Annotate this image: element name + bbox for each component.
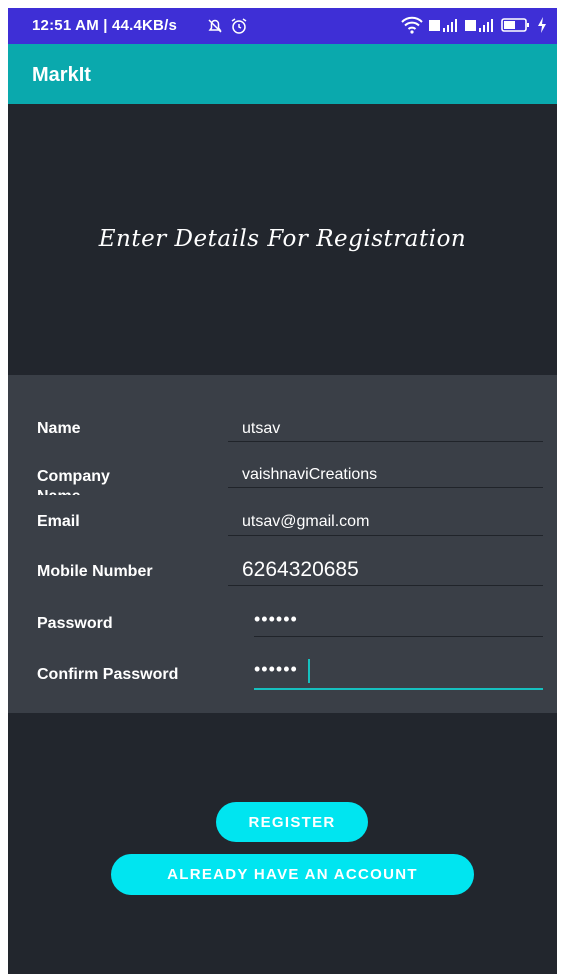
email-label: Email xyxy=(37,513,80,530)
status-bar: 12:51 AM | 44.4KB/s xyxy=(8,8,557,44)
name-label: Name xyxy=(37,420,81,437)
email-input[interactable]: utsav@gmail.com xyxy=(242,513,369,531)
password-label: Password xyxy=(37,615,113,632)
text-cursor xyxy=(308,659,310,683)
phone-screen: 12:51 AM | 44.4KB/s MarkIt Enter Details… xyxy=(8,8,557,974)
mobile-number-input[interactable]: 6264320685 xyxy=(242,558,359,582)
email-input-underline xyxy=(228,535,543,536)
confirm-password-input[interactable]: •••••• xyxy=(254,659,298,680)
status-icons xyxy=(401,16,547,34)
password-input[interactable]: •••••• xyxy=(254,609,298,630)
company-name-label: Company Name xyxy=(37,468,110,495)
password-input-underline xyxy=(254,636,543,637)
registration-heading: Enter Details For Registration xyxy=(98,226,467,252)
company-name-input-underline xyxy=(228,487,543,488)
alarm-icon xyxy=(230,17,248,40)
registration-header: Enter Details For Registration xyxy=(8,104,557,374)
wifi-icon xyxy=(401,16,423,34)
register-button[interactable]: REGISTER xyxy=(216,802,368,842)
name-input-underline xyxy=(228,441,543,442)
confirm-password-label: Confirm Password xyxy=(37,666,179,683)
mobile-number-label: Mobile Number xyxy=(37,563,153,580)
app-bar: MarkIt xyxy=(8,44,557,104)
battery-icon xyxy=(501,16,531,34)
already-have-account-button[interactable]: ALREADY HAVE AN ACCOUNT xyxy=(111,854,474,895)
signal-icon xyxy=(465,16,495,34)
mobile-number-input-underline xyxy=(228,585,543,586)
company-name-input[interactable]: vaishnaviCreations xyxy=(242,466,377,484)
status-time-speed: 12:51 AM | 44.4KB/s xyxy=(32,17,178,34)
app-title: MarkIt xyxy=(32,64,91,86)
confirm-password-input-underline xyxy=(254,688,543,690)
registration-form: Name utsav Company Name vaishnaviCreatio… xyxy=(8,375,557,713)
name-input[interactable]: utsav xyxy=(242,420,280,438)
signal-icon xyxy=(429,16,459,34)
charging-icon xyxy=(537,16,547,34)
no-notification-icon xyxy=(206,17,224,40)
actions-area: REGISTER ALREADY HAVE AN ACCOUNT xyxy=(8,713,557,974)
